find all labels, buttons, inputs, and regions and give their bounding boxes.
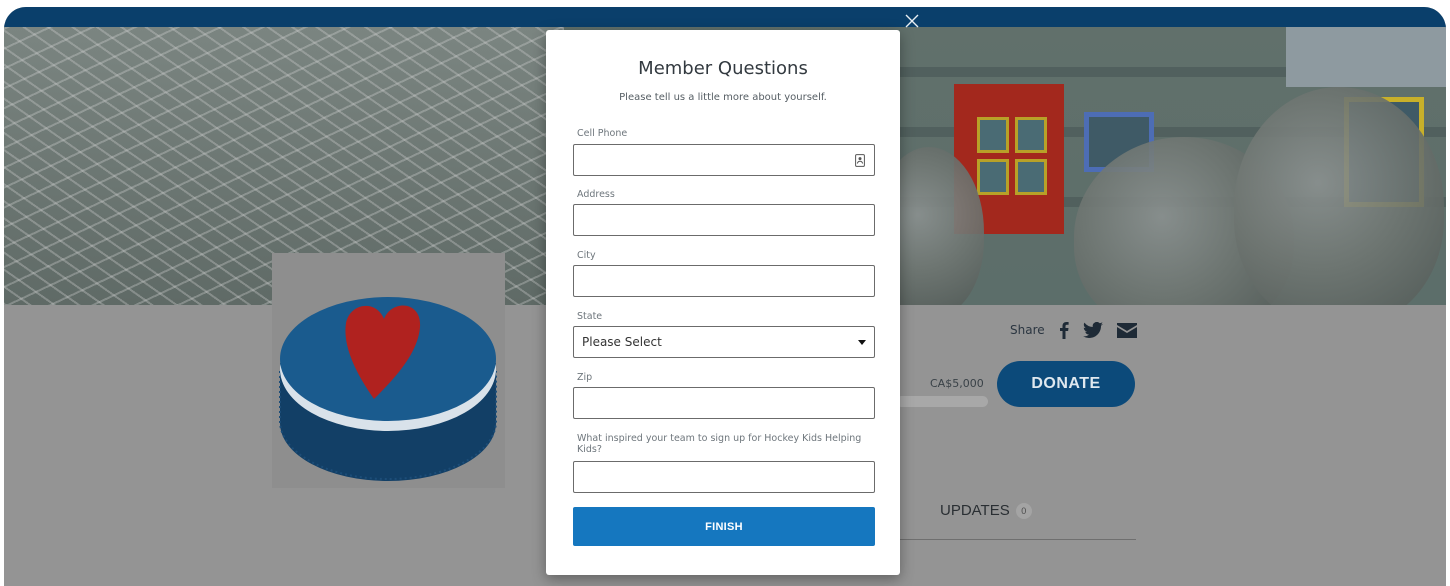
- updates-count-badge: 0: [1015, 502, 1032, 519]
- modal-title: Member Questions: [638, 58, 808, 79]
- city-label: City: [577, 250, 596, 261]
- fundraising-progress-bar: [896, 396, 988, 407]
- address-label: Address: [577, 189, 615, 200]
- envelope-icon[interactable]: [1116, 322, 1137, 338]
- tab-updates-label: UPDATES: [940, 502, 1010, 519]
- contact-card-icon[interactable]: [855, 154, 865, 170]
- member-questions-modal: Member Questions Please tell us a little…: [546, 30, 900, 575]
- state-select[interactable]: Please Select: [573, 326, 875, 358]
- share-label: Share: [1010, 323, 1045, 337]
- address-input[interactable]: [573, 204, 875, 236]
- close-icon[interactable]: [903, 12, 921, 30]
- state-selected-value: Please Select: [582, 335, 662, 349]
- top-nav-bar: [4, 7, 1446, 27]
- state-label: State: [577, 311, 603, 322]
- sky-patch: [1286, 27, 1446, 87]
- city-input[interactable]: [573, 265, 875, 297]
- inspiration-input[interactable]: [573, 461, 875, 493]
- zip-label: Zip: [577, 372, 593, 383]
- inspiration-label: What inspired your team to sign up for H…: [577, 433, 862, 455]
- zip-input[interactable]: [573, 387, 875, 419]
- fundraising-goal: CA$5,000: [930, 377, 984, 390]
- team-logo: [272, 253, 505, 488]
- tab-updates[interactable]: UPDATES 0: [940, 502, 1032, 519]
- finish-button[interactable]: FINISH: [573, 507, 875, 546]
- modal-subtitle: Please tell us a little more about yours…: [619, 92, 827, 103]
- donate-button[interactable]: DONATE: [997, 361, 1135, 407]
- share-bar: Share: [1010, 315, 1137, 345]
- tab-divider: [898, 539, 1136, 540]
- facebook-icon[interactable]: [1059, 321, 1069, 339]
- twitter-icon[interactable]: [1082, 322, 1103, 338]
- cell-phone-label: Cell Phone: [577, 128, 628, 139]
- cell-phone-input[interactable]: [573, 144, 875, 176]
- heart-puck-logo: [279, 297, 497, 481]
- chevron-down-icon[interactable]: [858, 339, 866, 345]
